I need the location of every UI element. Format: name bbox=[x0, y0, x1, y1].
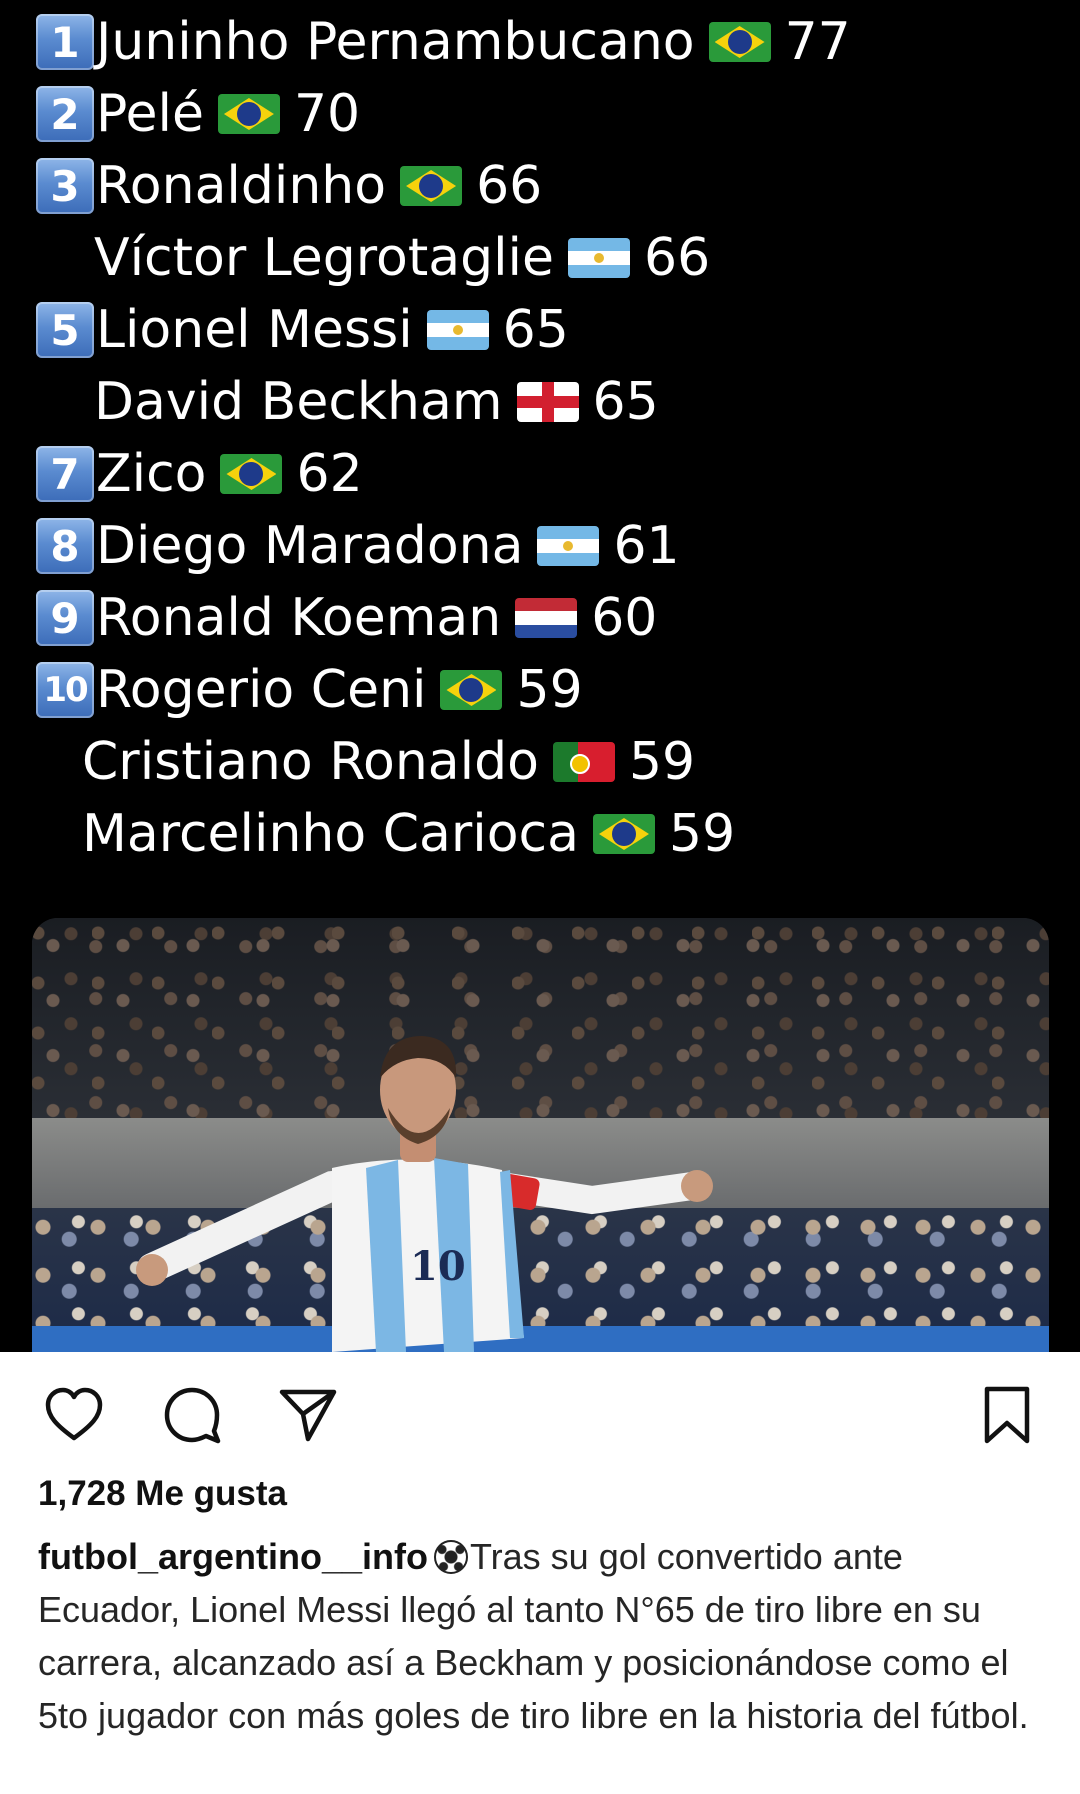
goal-count: 66 bbox=[643, 228, 711, 288]
portugal-flag-icon bbox=[552, 742, 615, 782]
brazil-flag-icon bbox=[220, 454, 283, 494]
goal-count: 59 bbox=[668, 804, 736, 864]
comment-icon[interactable] bbox=[160, 1383, 224, 1447]
ranking-row: Marcelinho Carioca 59 bbox=[0, 802, 1080, 866]
goal-count: 62 bbox=[296, 444, 363, 504]
player-name: Lionel Messi bbox=[96, 300, 413, 360]
player-figure: 10 bbox=[136, 1036, 713, 1352]
brazil-flag-icon bbox=[400, 166, 463, 206]
heart-icon[interactable] bbox=[42, 1383, 106, 1447]
rank-badge: 9 bbox=[36, 590, 94, 646]
rank-badge: 7 bbox=[36, 446, 94, 502]
player-name: Marcelinho Carioca bbox=[82, 804, 579, 864]
goal-count: 65 bbox=[502, 300, 569, 360]
messi-celebration-photo: 10 bbox=[32, 918, 1049, 1352]
rank-badge: 2 bbox=[36, 86, 94, 142]
goal-count: 59 bbox=[628, 732, 696, 792]
goal-count: 70 bbox=[293, 84, 361, 144]
ranking-row: 10 Rogerio Ceni 59 bbox=[0, 658, 1080, 722]
send-icon[interactable] bbox=[276, 1383, 340, 1447]
player-name: David Beckham bbox=[94, 372, 503, 432]
author-username[interactable]: futbol_argentino__info bbox=[38, 1536, 428, 1577]
player-name: Ronald Koeman bbox=[96, 588, 502, 648]
ranking-row: 3 Ronaldinho 66 bbox=[0, 154, 1080, 218]
brazil-flag-icon bbox=[440, 670, 503, 710]
player-name: Juninho Pernambucano bbox=[96, 12, 695, 72]
player-name: Zico bbox=[96, 444, 207, 504]
rank-badge: 10 bbox=[36, 662, 94, 718]
ranking-row: 1 Juninho Pernambucano 77 bbox=[0, 10, 1080, 74]
ranking-row: Víctor Legrotaglie 66 bbox=[0, 226, 1080, 290]
ranking-row: David Beckham 65 bbox=[0, 370, 1080, 434]
rank-badge: 1 bbox=[36, 14, 94, 70]
brazil-flag-icon bbox=[217, 94, 280, 134]
rank-badge: 5 bbox=[36, 302, 94, 358]
goal-count: 60 bbox=[591, 588, 658, 648]
post-image[interactable]: 1 Juninho Pernambucano 77 2 Pelé 70 3 Ronaldinh… bbox=[0, 0, 1080, 1352]
brazil-flag-icon bbox=[708, 22, 771, 62]
argentina-flag-icon bbox=[567, 238, 630, 278]
player-name: Cristiano Ronaldo bbox=[82, 732, 539, 792]
post-caption: futbol_argentino__info Tras su gol conver… bbox=[38, 1530, 1048, 1742]
jersey-number: 10 bbox=[410, 1243, 466, 1290]
england-flag-icon bbox=[516, 382, 579, 422]
goal-count: 77 bbox=[784, 12, 851, 72]
goal-count: 59 bbox=[516, 660, 583, 720]
ranking-row: 9 Ronald Koeman 60 bbox=[0, 586, 1080, 650]
netherlands-flag-icon bbox=[515, 598, 578, 638]
bookmark-icon[interactable] bbox=[975, 1383, 1039, 1447]
likes-count[interactable]: 1,728 Me gusta bbox=[38, 1474, 287, 1514]
ranking-row: 5 Lionel Messi 65 bbox=[0, 298, 1080, 362]
player-name: Víctor Legrotaglie bbox=[94, 228, 554, 288]
rank-badge: 3 bbox=[36, 158, 94, 214]
player-name: Ronaldinho bbox=[96, 156, 387, 216]
goal-count: 61 bbox=[613, 516, 680, 576]
ranking-row: 2 Pelé 70 bbox=[0, 82, 1080, 146]
player-name: Diego Maradona bbox=[96, 516, 524, 576]
ranking-row: 8 Diego Maradona 61 bbox=[0, 514, 1080, 578]
player-name: Pelé bbox=[96, 84, 204, 144]
argentina-flag-icon bbox=[426, 310, 489, 350]
ranking-row: 7 Zico 62 bbox=[0, 442, 1080, 506]
player-name: Rogerio Ceni bbox=[96, 660, 427, 720]
rank-badge: 8 bbox=[36, 518, 94, 574]
goal-count: 66 bbox=[476, 156, 543, 216]
brazil-flag-icon bbox=[592, 814, 655, 854]
argentina-flag-icon bbox=[537, 526, 600, 566]
soccer-ball-icon bbox=[434, 1540, 468, 1574]
goal-count: 65 bbox=[592, 372, 659, 432]
ranking-row: Cristiano Ronaldo 59 bbox=[0, 730, 1080, 794]
